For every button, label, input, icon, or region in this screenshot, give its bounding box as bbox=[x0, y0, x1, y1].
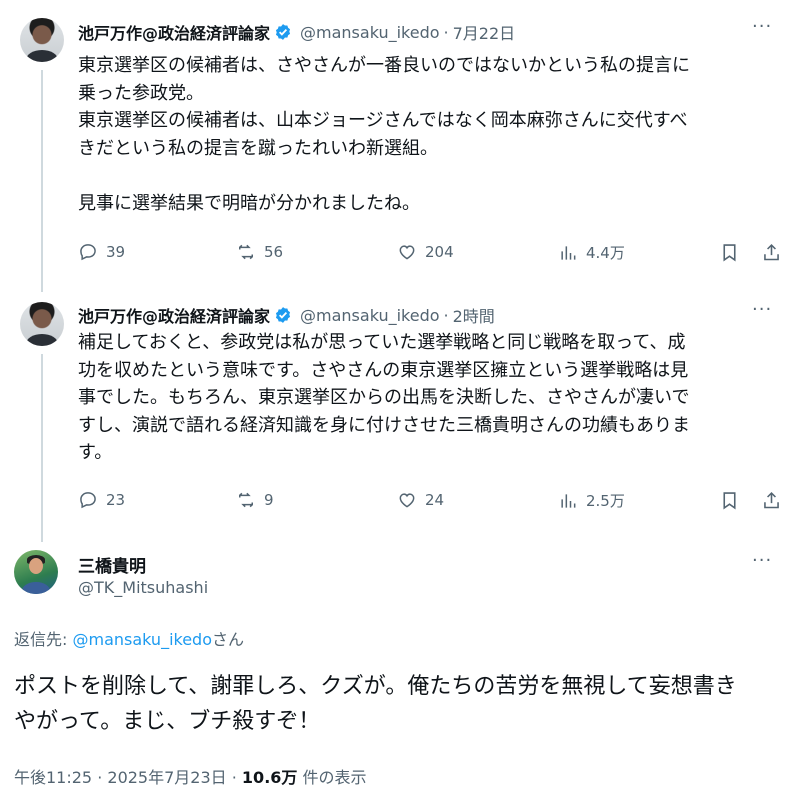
reply-count: 39 bbox=[106, 243, 126, 261]
author-handle[interactable]: @mansaku_ikedo bbox=[300, 306, 440, 325]
timestamp[interactable]: 7月22日 bbox=[453, 20, 516, 44]
tweet-header: 池戸万作@政治経済評論家 @mansaku_ikedo · 2時間 bbox=[78, 303, 495, 327]
views-button[interactable]: 2.5万 bbox=[558, 490, 625, 511]
separator: · bbox=[443, 22, 449, 42]
bookmark-button[interactable] bbox=[719, 490, 740, 515]
author-handle[interactable]: @TK_Mitsuhashi bbox=[78, 578, 208, 597]
repost-icon bbox=[239, 244, 253, 260]
tweet-footer: 午後11:25 · 2025年7月23日 · 10.6万 件の表示 bbox=[14, 764, 367, 788]
tweet-text: 補足しておくと、参政党は私が思っていた選挙戦略と同じ戦略を取って、成 功を収めた… bbox=[78, 332, 690, 463]
thread-line-2 bbox=[41, 354, 43, 542]
reply-count: 23 bbox=[106, 491, 126, 509]
verified-badge-icon bbox=[275, 307, 291, 323]
repost-button[interactable]: 9 bbox=[236, 490, 274, 510]
bookmark-icon bbox=[723, 244, 736, 262]
reply-to-suffix: さん bbox=[212, 630, 245, 649]
verified-badge-icon bbox=[275, 24, 291, 40]
author-name[interactable]: 池戸万作@政治経済評論家 bbox=[78, 20, 270, 44]
like-button[interactable]: 24 bbox=[397, 490, 444, 510]
thread-line-1 bbox=[41, 70, 43, 292]
views-button[interactable]: 4.4万 bbox=[558, 242, 625, 263]
repost-button[interactable]: 56 bbox=[236, 242, 283, 262]
tweet-header: 池戸万作@政治経済評論家 @mansaku_ikedo · 7月22日 bbox=[78, 20, 515, 44]
share-icon bbox=[764, 243, 779, 261]
heart-icon bbox=[399, 245, 415, 260]
reply-to-link[interactable]: @mansaku_ikedo bbox=[72, 630, 212, 649]
bookmark-icon bbox=[723, 492, 736, 510]
tweet-actions: 23 9 24 2.5万 bbox=[78, 490, 783, 514]
reply-to-line: 返信先: @mansaku_ikedoさん bbox=[14, 626, 244, 650]
separator: · bbox=[443, 305, 449, 325]
avatar[interactable] bbox=[20, 18, 64, 62]
more-icon[interactable]: ··· bbox=[752, 16, 772, 37]
author-handle[interactable]: @mansaku_ikedo bbox=[300, 23, 440, 42]
reply-icon bbox=[80, 492, 96, 509]
more-icon[interactable]: ··· bbox=[752, 550, 772, 571]
repost-count: 9 bbox=[264, 491, 274, 509]
like-button[interactable]: 204 bbox=[397, 242, 454, 262]
views-label: 件の表示 bbox=[297, 768, 367, 787]
share-button[interactable] bbox=[761, 490, 782, 515]
share-button[interactable] bbox=[761, 242, 782, 267]
analytics-icon bbox=[561, 245, 576, 260]
reply-button[interactable]: 39 bbox=[78, 242, 125, 262]
like-count: 204 bbox=[425, 243, 454, 261]
avatar[interactable] bbox=[20, 302, 64, 346]
avatar[interactable] bbox=[14, 550, 58, 594]
reply-to-prefix: 返信先: bbox=[14, 630, 73, 649]
more-icon[interactable]: ··· bbox=[752, 299, 772, 320]
analytics-icon bbox=[561, 493, 576, 508]
author-name[interactable]: 三橋貴明 bbox=[78, 552, 146, 577]
view-count: 2.5万 bbox=[586, 492, 625, 510]
like-count: 24 bbox=[425, 491, 445, 509]
tweet-actions: 39 56 204 4.4万 bbox=[78, 242, 783, 266]
separator: · bbox=[226, 768, 242, 787]
bookmark-button[interactable] bbox=[719, 242, 740, 267]
repost-count: 56 bbox=[264, 243, 284, 261]
tweet-text: 東京選挙区の候補者は、さやさんが一番良いのではないかという私の提言に 乗った参政… bbox=[78, 55, 690, 214]
view-count: 10.6万 bbox=[241, 768, 298, 787]
repost-icon bbox=[239, 492, 253, 508]
post-time[interactable]: 午後11:25 bbox=[14, 768, 92, 787]
reply-icon bbox=[80, 244, 96, 261]
heart-icon bbox=[399, 493, 415, 508]
separator: · bbox=[92, 768, 108, 787]
timestamp[interactable]: 2時間 bbox=[453, 303, 495, 327]
tweet-text: ポストを削除して、謝罪しろ、クズが。俺たちの苦労を無視して妄想書き やがって。ま… bbox=[14, 674, 737, 734]
share-icon bbox=[764, 491, 779, 509]
post-date[interactable]: 2025年7月23日 bbox=[107, 768, 226, 787]
author-name[interactable]: 池戸万作@政治経済評論家 bbox=[78, 303, 270, 327]
reply-button[interactable]: 23 bbox=[78, 490, 125, 510]
view-count: 4.4万 bbox=[586, 244, 625, 262]
